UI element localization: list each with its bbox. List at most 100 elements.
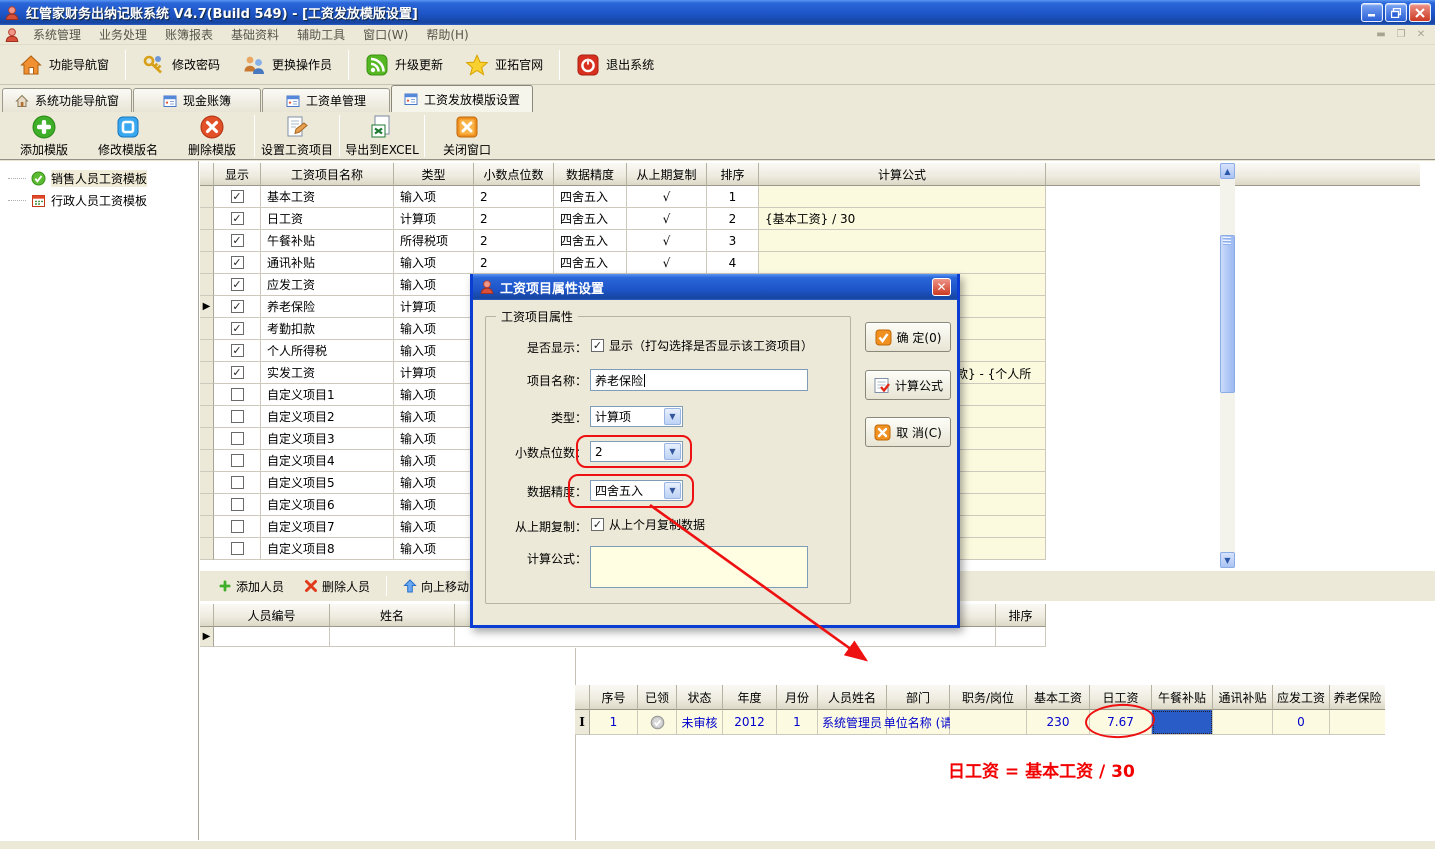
show-checkbox[interactable]: [231, 498, 244, 511]
close-window-button[interactable]: 关闭窗口: [425, 114, 509, 158]
item-type-cell[interactable]: 输入项: [394, 186, 474, 208]
preview-cell[interactable]: 系统管理员: [818, 710, 887, 735]
menu-base-data[interactable]: 基础资料: [222, 24, 288, 45]
show-checkbox-cell[interactable]: [214, 494, 261, 516]
tree-item-admin-template[interactable]: 行政人员工资模板: [0, 189, 198, 211]
salary-item-row[interactable]: ✓日工资计算项2四舍五入√2{基本工资} / 30: [200, 208, 1420, 230]
item-name-cell[interactable]: 自定义项目1: [261, 384, 394, 406]
item-name-cell[interactable]: 自定义项目7: [261, 516, 394, 538]
formula-cell[interactable]: [759, 186, 1046, 208]
show-checkbox-cell[interactable]: [214, 472, 261, 494]
decimals-cell[interactable]: 2: [474, 186, 554, 208]
add-template-button[interactable]: 添加模版: [2, 114, 86, 158]
preview-cell[interactable]: 1: [590, 710, 638, 735]
mdi-close-icon[interactable]: ✕: [1413, 28, 1429, 42]
show-checkbox-cell[interactable]: [214, 538, 261, 560]
item-name-cell[interactable]: 基本工资: [261, 186, 394, 208]
export-excel-button[interactable]: 导出到EXCEL: [340, 114, 424, 158]
item-type-cell[interactable]: 输入项: [394, 428, 474, 450]
preview-cell[interactable]: [638, 710, 677, 735]
item-name-input[interactable]: 养老保险: [590, 369, 808, 391]
scrollbar-thumb[interactable]: [1220, 235, 1235, 393]
preview-cell[interactable]: 1: [777, 710, 818, 735]
add-person-button[interactable]: 添加人员: [210, 575, 292, 598]
order-cell[interactable]: 1: [707, 186, 759, 208]
copy-prev-cell[interactable]: √: [627, 252, 707, 274]
tree-item-sales-template[interactable]: 销售人员工资模板: [0, 167, 198, 189]
person-cell[interactable]: [214, 627, 330, 647]
item-name-cell[interactable]: 个人所得税: [261, 340, 394, 362]
move-up-button[interactable]: 向上移动: [395, 575, 477, 598]
person-cell[interactable]: [330, 627, 455, 647]
preview-cell[interactable]: [1330, 710, 1385, 735]
show-checkbox[interactable]: [231, 520, 244, 533]
item-type-cell[interactable]: 计算项: [394, 362, 474, 384]
decimals-combobox[interactable]: 2▼: [590, 441, 683, 462]
preview-cell[interactable]: 230: [1027, 710, 1090, 735]
formula-button[interactable]: 计算公式: [865, 370, 951, 400]
copy-prev-checkbox-box[interactable]: ✓: [591, 518, 604, 531]
show-checkbox-cell[interactable]: [214, 516, 261, 538]
salary-item-row[interactable]: ✓通讯补贴输入项2四舍五入√4: [200, 252, 1420, 274]
tab-salary-manage[interactable]: 工资单管理: [262, 88, 390, 112]
vertical-scrollbar[interactable]: ▲ ▼: [1220, 163, 1235, 568]
show-checkbox[interactable]: ✓: [231, 366, 244, 379]
preview-cell[interactable]: 7.67: [1090, 710, 1152, 735]
delete-template-button[interactable]: 删除模版: [170, 114, 254, 158]
show-checkbox[interactable]: ✓: [231, 234, 244, 247]
show-checkbox[interactable]: ✓: [231, 256, 244, 269]
menu-ledger-report[interactable]: 账簿报表: [156, 24, 222, 45]
copy-prev-cell[interactable]: √: [627, 186, 707, 208]
copy-prev-cell[interactable]: √: [627, 230, 707, 252]
formula-textarea[interactable]: [590, 546, 808, 588]
restore-button[interactable]: [1385, 3, 1407, 22]
menu-window[interactable]: 窗口(W): [354, 24, 417, 45]
formula-cell[interactable]: {基本工资} / 30: [759, 208, 1046, 230]
show-checkbox-cell[interactable]: ✓: [214, 230, 261, 252]
show-checkbox-cell[interactable]: [214, 384, 261, 406]
nav-window-button[interactable]: 功能导航窗: [8, 49, 120, 81]
item-name-cell[interactable]: 自定义项目6: [261, 494, 394, 516]
tab-cash-book[interactable]: 现金账簿: [133, 88, 261, 112]
order-cell[interactable]: 4: [707, 252, 759, 274]
item-type-cell[interactable]: 计算项: [394, 296, 474, 318]
item-type-cell[interactable]: 输入项: [394, 472, 474, 494]
salary-item-row[interactable]: ✓ 基本工资输入项2四舍五入√1: [200, 186, 1420, 208]
menu-business[interactable]: 业务处理: [90, 24, 156, 45]
item-name-cell[interactable]: 日工资: [261, 208, 394, 230]
show-checkbox[interactable]: [231, 454, 244, 467]
type-combobox[interactable]: 计算项▼: [590, 406, 683, 427]
website-button[interactable]: 亚拓官网: [454, 49, 554, 81]
preview-cell[interactable]: 0: [1273, 710, 1330, 735]
tab-salary-template-settings[interactable]: 工资发放模版设置: [391, 85, 533, 112]
item-name-cell[interactable]: 自定义项目3: [261, 428, 394, 450]
show-checkbox[interactable]: [231, 432, 244, 445]
show-checkbox[interactable]: ✓: [231, 344, 244, 357]
precision-combobox[interactable]: 四舍五入▼: [590, 480, 683, 501]
show-checkbox-cell[interactable]: ✓: [214, 340, 261, 362]
preview-cell[interactable]: 单位名称 (请: [887, 710, 950, 735]
show-checkbox-cell[interactable]: ✓: [214, 208, 261, 230]
show-checkbox-cell[interactable]: ✓: [214, 362, 261, 384]
show-checkbox[interactable]: ✓: [231, 190, 244, 203]
precision-cell[interactable]: 四舍五入: [554, 186, 627, 208]
tab-nav-home[interactable]: 系统功能导航窗: [2, 88, 132, 112]
copy-prev-cell[interactable]: √: [627, 208, 707, 230]
setup-salary-items-button[interactable]: 设置工资项目: [255, 114, 339, 158]
precision-cell[interactable]: 四舍五入: [554, 252, 627, 274]
delete-person-button[interactable]: 删除人员: [296, 575, 378, 598]
menu-aux-tools[interactable]: 辅助工具: [288, 24, 354, 45]
rename-template-button[interactable]: 修改模版名: [86, 114, 170, 158]
preview-cell[interactable]: 2012: [723, 710, 777, 735]
show-checkbox[interactable]: [231, 476, 244, 489]
preview-cell[interactable]: 未审核: [677, 710, 723, 735]
mdi-restore-icon[interactable]: ❐: [1393, 28, 1409, 42]
decimals-cell[interactable]: 2: [474, 252, 554, 274]
preview-row[interactable]: I1未审核20121系统管理员单位名称 (请2307.670: [575, 710, 1385, 735]
order-cell[interactable]: 3: [707, 230, 759, 252]
person-row[interactable]: ▶: [200, 627, 1046, 647]
chevron-down-icon[interactable]: ▼: [664, 443, 681, 460]
item-type-cell[interactable]: 所得税项: [394, 230, 474, 252]
show-checkbox-cell[interactable]: ✓: [214, 296, 261, 318]
show-checkbox-cell[interactable]: ✓: [214, 252, 261, 274]
